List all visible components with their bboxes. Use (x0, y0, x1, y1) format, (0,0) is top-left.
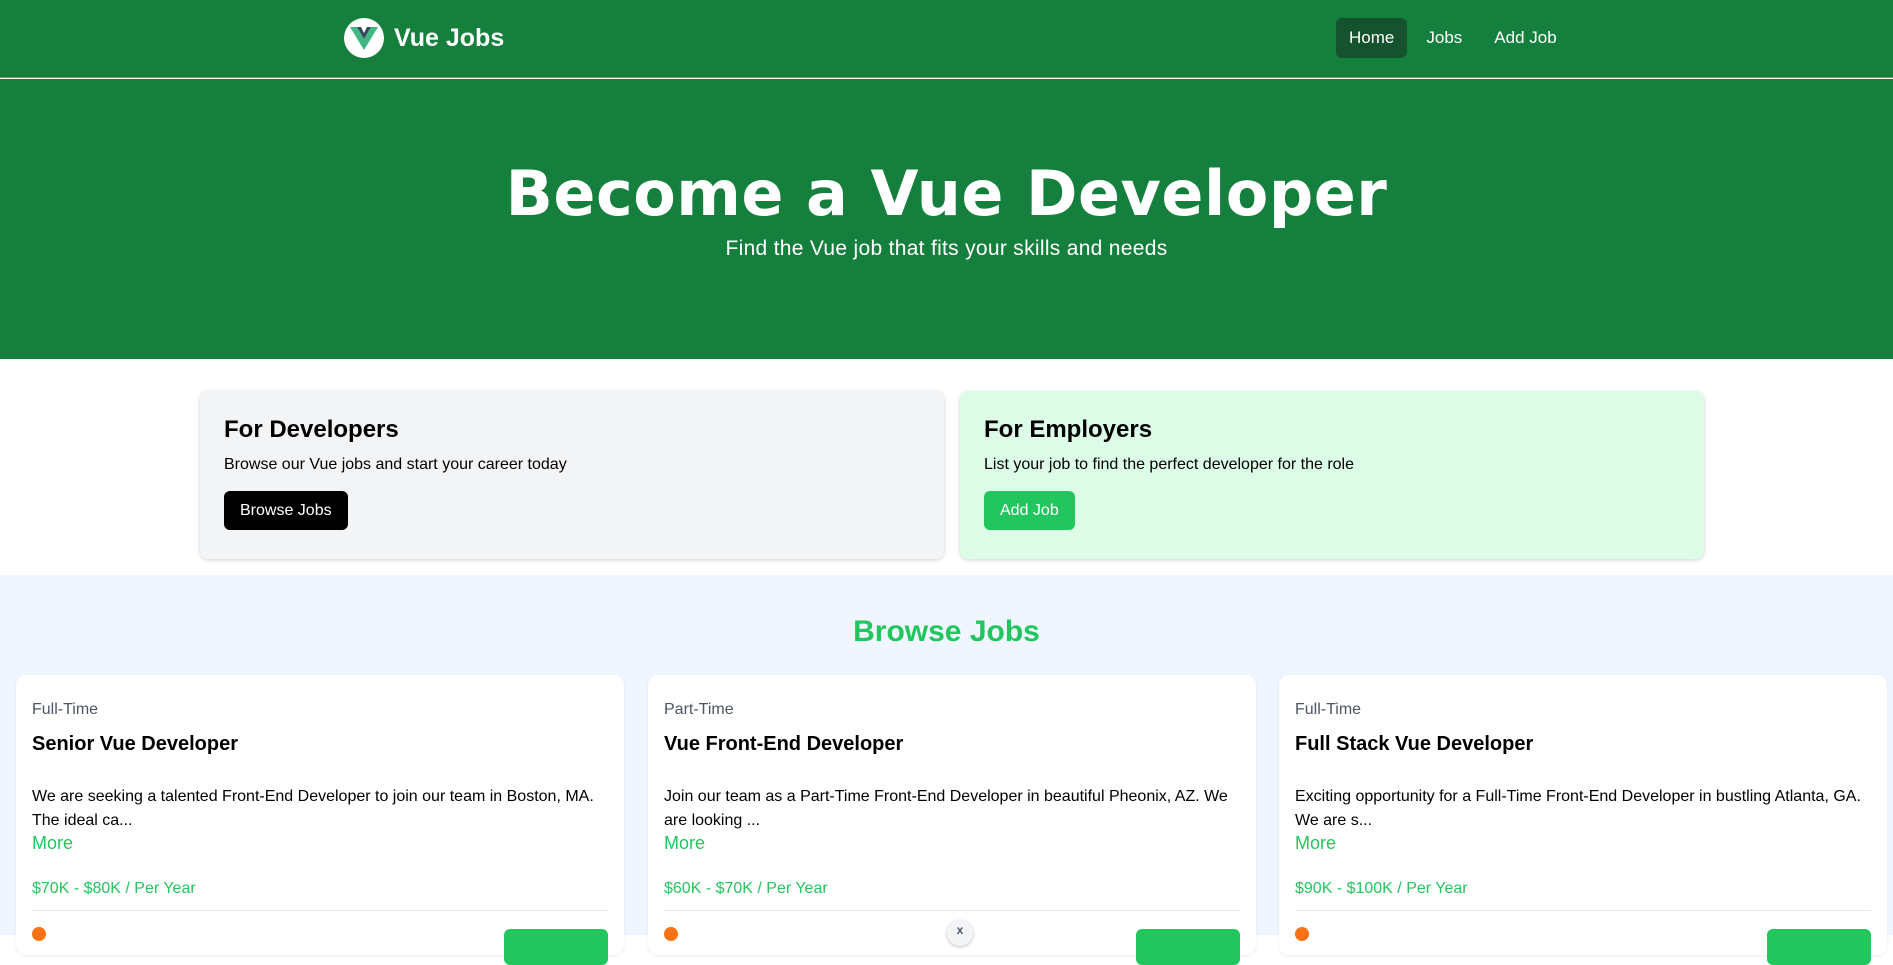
employers-card: For Employers List your job to find the … (960, 391, 1704, 559)
job-title: Full Stack Vue Developer (1295, 733, 1534, 755)
job-more-link[interactable]: More (1295, 833, 1336, 854)
developers-card-text: Browse our Vue jobs and start your caree… (224, 456, 567, 473)
employers-card-title: For Employers (984, 416, 1153, 443)
nav-jobs[interactable]: Jobs (1413, 18, 1475, 58)
developers-card: For Developers Browse our Vue jobs and s… (200, 391, 944, 559)
browse-jobs-section: Browse Jobs Full-Time Senior Vue Develop… (0, 575, 1893, 965)
job-type: Part-Time (664, 701, 734, 718)
job-divider (32, 910, 608, 911)
job-card: Full-Time Senior Vue Developer We are se… (16, 675, 624, 965)
job-card: Full-Time Full Stack Vue Developer Excit… (1279, 675, 1887, 965)
job-more-link[interactable]: More (32, 833, 73, 854)
job-divider (1295, 910, 1871, 911)
nav-home[interactable]: Home (1336, 18, 1408, 58)
navbar: Vue Jobs Home Jobs Add Job (0, 0, 1893, 78)
browse-jobs-title: Browse Jobs (853, 615, 1040, 648)
developers-card-title: For Developers (224, 416, 399, 443)
location-icon (1295, 927, 1309, 941)
job-description: We are seeking a talented Front-End Deve… (32, 788, 594, 829)
hero-subtitle: Find the Vue job that fits your skills a… (725, 237, 1168, 260)
brand-link[interactable]: Vue Jobs (344, 18, 504, 58)
brand-name: Vue Jobs (394, 23, 505, 52)
job-type: Full-Time (1295, 701, 1362, 718)
browse-jobs-button[interactable]: Browse Jobs (224, 491, 348, 530)
job-divider (664, 910, 1240, 911)
add-job-button[interactable]: Add Job (984, 491, 1075, 530)
hero-section: Become a Vue Developer Find the Vue job … (0, 79, 1893, 359)
location-icon (664, 927, 678, 941)
read-more-button[interactable] (504, 929, 608, 965)
nav-links: Home Jobs Add Job (1336, 18, 1576, 58)
close-icon[interactable]: x (947, 920, 973, 946)
job-more-link[interactable]: More (664, 833, 705, 854)
location-icon (32, 927, 46, 941)
job-salary: $90K - $100K / Per Year (1295, 880, 1468, 897)
hero-title: Become a Vue Developer (505, 157, 1388, 230)
job-card: Part-Time Vue Front-End Developer Join o… (648, 675, 1256, 965)
job-salary: $70K - $80K / Per Year (32, 880, 196, 897)
job-salary: $60K - $70K / Per Year (664, 880, 828, 897)
read-more-button[interactable] (1767, 929, 1871, 965)
read-more-button[interactable] (1136, 929, 1240, 965)
vue-logo-icon (344, 18, 384, 58)
employers-card-text: List your job to find the perfect develo… (984, 456, 1354, 473)
job-description: Join our team as a Part-Time Front-End D… (664, 788, 1228, 829)
job-title: Senior Vue Developer (32, 733, 238, 755)
job-description: Exciting opportunity for a Full-Time Fro… (1295, 788, 1861, 829)
job-title: Vue Front-End Developer (664, 733, 904, 755)
nav-add-job[interactable]: Add Job (1481, 18, 1569, 58)
job-type: Full-Time (32, 701, 99, 718)
